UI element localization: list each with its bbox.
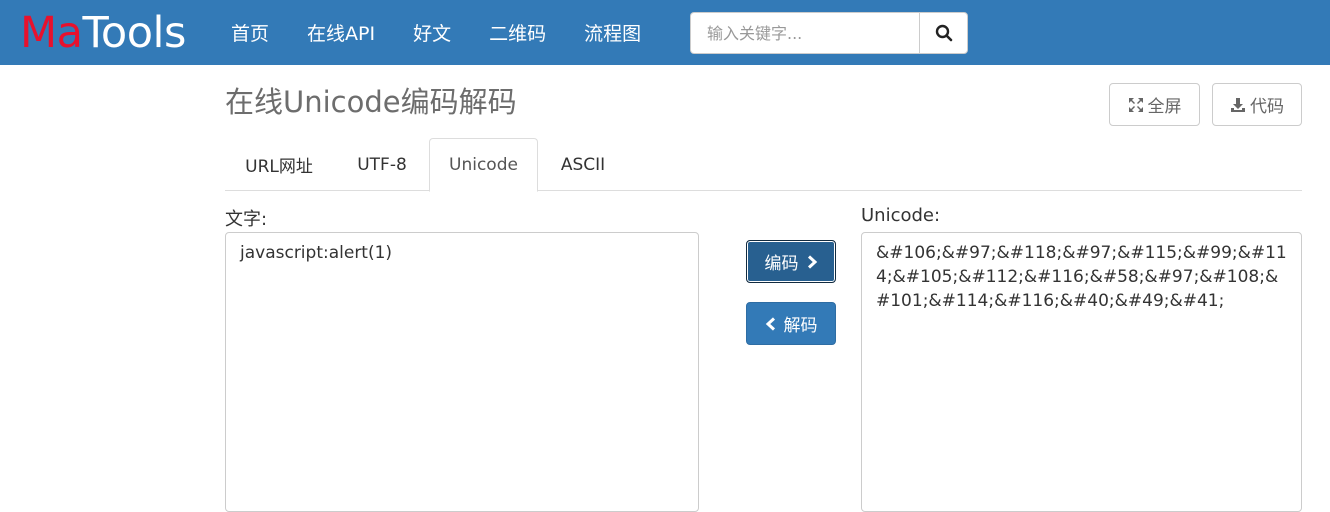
brand-tools: Tools	[82, 8, 186, 58]
fullscreen-button[interactable]: 全屏	[1109, 83, 1200, 126]
chevron-right-icon	[807, 254, 817, 269]
encode-label: 编码	[764, 254, 799, 274]
page-title: 在线Unicode编码解码	[225, 85, 517, 119]
nav-flowchart[interactable]: 流程图	[565, 19, 660, 46]
tab-ascii[interactable]: ASCII	[541, 138, 625, 191]
search-input[interactable]	[690, 12, 919, 54]
nav-home[interactable]: 首页	[212, 19, 288, 46]
search-bar	[690, 12, 968, 54]
decode-label: 解码	[783, 316, 818, 336]
nav-online-api[interactable]: 在线API	[288, 19, 394, 46]
download-icon	[1231, 97, 1245, 112]
search-icon	[935, 24, 952, 42]
search-button[interactable]	[919, 12, 968, 54]
nav-qrcode[interactable]: 二维码	[470, 19, 565, 46]
tab-bar: URL网址 UTF-8 Unicode ASCII	[225, 138, 1302, 192]
chevron-left-icon	[765, 316, 775, 331]
output-label: Unicode:	[861, 205, 941, 226]
expand-icon	[1128, 97, 1143, 112]
fullscreen-label: 全屏	[1147, 97, 1182, 117]
encode-button[interactable]: 编码	[746, 240, 836, 283]
brand-ma: Ma	[20, 8, 83, 58]
nav-articles[interactable]: 好文	[394, 19, 470, 46]
input-label: 文字:	[225, 209, 268, 230]
brand-logo[interactable]: MaTools	[20, 6, 186, 60]
tab-unicode[interactable]: Unicode	[429, 138, 538, 192]
top-navbar: MaTools 首页 在线API 好文 二维码 流程图	[0, 0, 1330, 65]
code-button[interactable]: 代码	[1212, 83, 1302, 126]
code-label: 代码	[1250, 97, 1284, 117]
unicode-output[interactable]: &#106;&#97;&#118;&#97;&#115;&#99;&#114;&…	[861, 232, 1302, 512]
tab-utf8[interactable]: UTF-8	[337, 138, 427, 191]
text-input[interactable]: javascript:alert(1)	[225, 232, 699, 512]
tab-url[interactable]: URL网址	[225, 138, 333, 191]
decode-button[interactable]: 解码	[746, 302, 836, 345]
nav-links: 首页 在线API 好文 二维码 流程图	[212, 0, 660, 65]
